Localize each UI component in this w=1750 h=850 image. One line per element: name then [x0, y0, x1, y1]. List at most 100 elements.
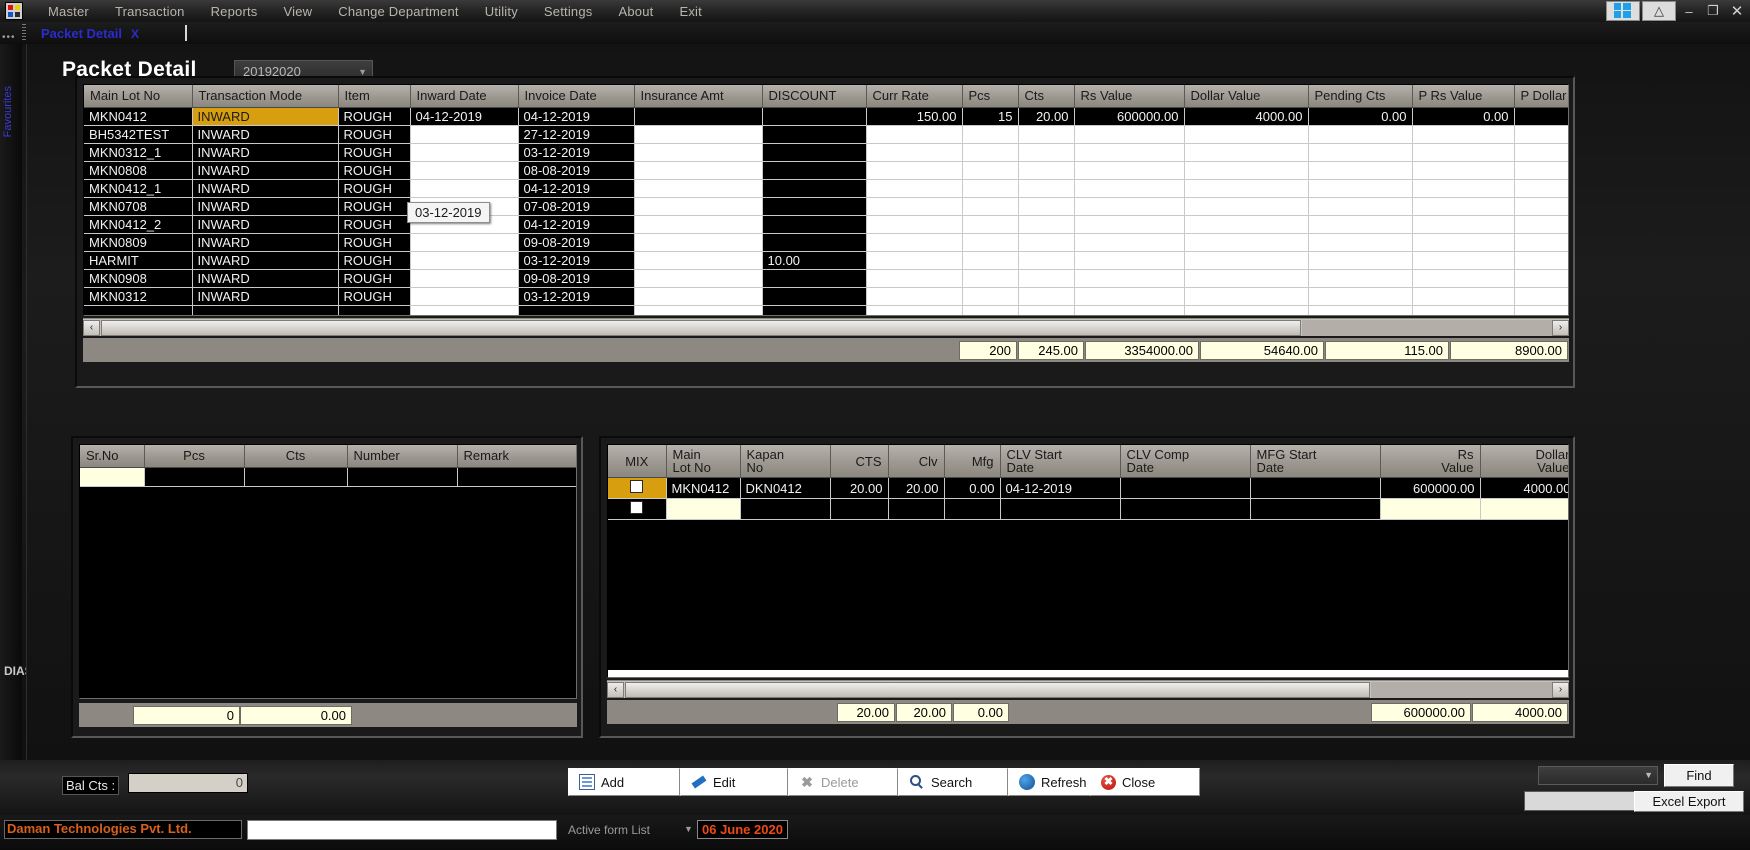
table-row[interactable]: MKN0412_1 INWARD ROUGH 04-12-2019 — [84, 179, 1568, 198]
cell-clv_comp[interactable] — [1120, 477, 1251, 499]
table-row[interactable]: MKN0908 INWARD ROUGH 09-08-2019 — [84, 269, 1568, 288]
cell-insurance[interactable] — [634, 161, 763, 180]
cell-rs[interactable] — [1074, 161, 1185, 180]
cell-pend[interactable] — [1308, 161, 1413, 180]
cell-prs[interactable] — [1412, 215, 1515, 234]
scroll-track[interactable] — [1302, 319, 1552, 336]
main-col-0[interactable]: Main Lot No — [84, 85, 193, 108]
cell-cts[interactable] — [244, 467, 348, 487]
cell-rate[interactable] — [866, 251, 963, 270]
main-col-1[interactable]: Transaction Mode — [192, 85, 339, 108]
cell-discount[interactable] — [762, 305, 867, 315]
cell-insurance[interactable] — [634, 215, 763, 234]
cell-pend[interactable]: 0.00 — [1308, 107, 1413, 126]
cell-pdollar[interactable] — [1514, 125, 1568, 144]
cell-inward[interactable] — [410, 287, 519, 306]
mix-col-2[interactable]: Kapan No — [740, 445, 831, 478]
cell-discount[interactable] — [762, 287, 867, 306]
cell-srno[interactable] — [80, 467, 145, 487]
cell-pcs[interactable] — [962, 143, 1019, 162]
main-col-12[interactable]: Pending Cts — [1308, 85, 1413, 108]
cell-item[interactable]: ROUGH — [338, 125, 411, 144]
cell-invoice[interactable]: 27-12-2019 — [518, 125, 635, 144]
cell-dollar[interactable] — [1184, 125, 1309, 144]
mix-col-3[interactable]: CTS — [830, 445, 889, 478]
table-row[interactable]: MKN0412 INWARD ROUGH 04-12-2019 04-12-2019 15… — [84, 107, 1568, 126]
minimize-button[interactable]: – — [1678, 0, 1700, 22]
cell-discount[interactable] — [762, 179, 867, 198]
cell-prs[interactable] — [1412, 251, 1515, 270]
mix-col-0[interactable]: MIX — [608, 445, 667, 478]
cell-cts[interactable] — [1018, 161, 1075, 180]
cell-pdollar[interactable] — [1514, 161, 1568, 180]
cell-pend[interactable] — [1308, 269, 1413, 288]
cell-rate[interactable]: 150.00 — [866, 107, 963, 126]
cell-lot[interactable]: MKN0412 — [84, 107, 193, 126]
scroll-right-button[interactable]: › — [1552, 319, 1569, 336]
cell-discount[interactable] — [762, 269, 867, 288]
scroll-left-button[interactable]: ‹ — [83, 319, 100, 336]
menu-item-reports[interactable]: Reports — [198, 2, 271, 21]
cell-mode[interactable]: INWARD — [192, 269, 339, 288]
cell-cts[interactable]: 20.00 — [830, 477, 889, 499]
cell-rs[interactable] — [1074, 179, 1185, 198]
cell-pdollar[interactable] — [1514, 305, 1568, 315]
scroll-thumb[interactable] — [101, 319, 1301, 336]
table-row[interactable]: MKN0809 INWARD ROUGH 09-08-2019 — [84, 233, 1568, 252]
cell-discount[interactable] — [762, 107, 867, 126]
cell-kapan[interactable]: DKN0412 — [740, 477, 831, 499]
mix-scroll-track[interactable] — [1371, 681, 1552, 698]
cell-dollar[interactable]: 4000.00 — [1184, 107, 1309, 126]
cell-item[interactable]: ROUGH — [338, 179, 411, 198]
cell-pcs[interactable] — [962, 197, 1019, 216]
cell-item[interactable] — [338, 305, 411, 315]
menu-item-transaction[interactable]: Transaction — [102, 2, 198, 21]
cell-item[interactable]: ROUGH — [338, 161, 411, 180]
cell-number[interactable] — [347, 467, 458, 487]
cell-discount[interactable] — [762, 161, 867, 180]
cell-inward[interactable] — [410, 143, 519, 162]
cell-invoice[interactable]: 04-12-2019 — [518, 215, 635, 234]
table-row[interactable]: MKN0808 INWARD ROUGH 08-08-2019 — [84, 161, 1568, 180]
cell-prs[interactable] — [1412, 143, 1515, 162]
tab-overflow-icon[interactable]: ••• — [2, 32, 16, 43]
cell-mix-checkbox[interactable] — [608, 477, 667, 499]
cell-pdollar[interactable] — [1514, 197, 1568, 216]
cell-rs[interactable] — [1074, 197, 1185, 216]
cell-pcs[interactable] — [962, 305, 1019, 315]
cell-lot[interactable]: MKN0412_2 — [84, 215, 193, 234]
table-row[interactable]: MKN0312_1 INWARD ROUGH 03-12-2019 — [84, 143, 1568, 162]
cell-invoice[interactable]: 04-12-2019 — [518, 107, 635, 126]
find-button[interactable]: Find — [1664, 764, 1734, 787]
cell-pcs[interactable] — [962, 287, 1019, 306]
tab-close-icon[interactable]: X — [131, 27, 139, 41]
cell-dollar[interactable] — [1184, 269, 1309, 288]
cell-mode[interactable]: INWARD — [192, 215, 339, 234]
cell-pend[interactable] — [1308, 233, 1413, 252]
cell-pdollar[interactable] — [1514, 233, 1568, 252]
cell-invoice[interactable]: 03-12-2019 — [518, 251, 635, 270]
mix-col-4[interactable]: Clv — [888, 445, 945, 478]
cell-rs[interactable]: 600000.00 — [1380, 477, 1481, 499]
cell-pend[interactable] — [1308, 143, 1413, 162]
cell-pdollar[interactable] — [1514, 143, 1568, 162]
windows-start-button[interactable] — [1606, 1, 1640, 21]
mix-col-8[interactable]: MFG Start Date — [1250, 445, 1381, 478]
cell-discount[interactable] — [762, 197, 867, 216]
cell-cts[interactable] — [1018, 179, 1075, 198]
cell-item[interactable]: ROUGH — [338, 251, 411, 270]
cell-discount[interactable]: 10.00 — [762, 251, 867, 270]
cell-inward[interactable] — [410, 125, 519, 144]
cell-pdollar[interactable] — [1514, 287, 1568, 306]
grid-empty-area[interactable] — [80, 486, 576, 698]
cell-pdollar[interactable] — [1514, 215, 1568, 234]
mix-grid-empty-area[interactable] — [608, 519, 1568, 670]
cell-dollar[interactable] — [1184, 287, 1309, 306]
main-grid-hscrollbar[interactable]: ‹ › — [83, 318, 1569, 336]
left-col-3[interactable]: Number — [347, 445, 458, 468]
cell-mfg[interactable]: 0.00 — [944, 477, 1001, 499]
cell-insurance[interactable] — [634, 197, 763, 216]
cell-invoice[interactable] — [518, 305, 635, 315]
cell-insurance[interactable] — [634, 143, 763, 162]
cell-rs[interactable]: 600000.00 — [1074, 107, 1185, 126]
